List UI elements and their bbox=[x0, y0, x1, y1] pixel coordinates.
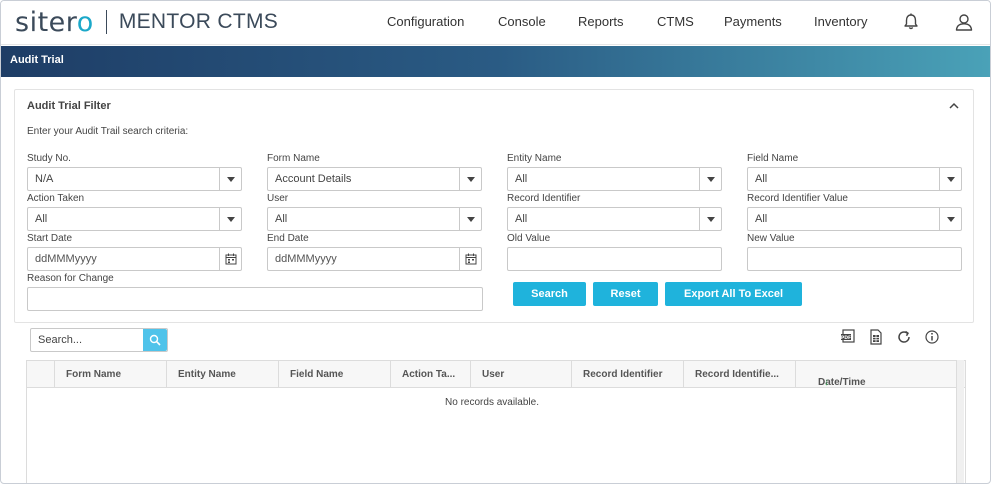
info-icon[interactable] bbox=[924, 329, 940, 345]
form-name-label: Form Name bbox=[267, 153, 320, 164]
form-name-select[interactable]: Account Details bbox=[267, 167, 482, 191]
chevron-down-icon[interactable] bbox=[219, 208, 241, 230]
column-form-name[interactable]: Form Name bbox=[54, 361, 166, 388]
nav-inventory[interactable]: Inventory bbox=[814, 14, 867, 29]
refresh-icon[interactable] bbox=[896, 329, 912, 345]
chevron-down-icon[interactable] bbox=[939, 168, 961, 190]
filter-instructions: Enter your Audit Trail search criteria: bbox=[27, 126, 189, 137]
action-taken-label: Action Taken bbox=[27, 193, 85, 204]
column-entity-name[interactable]: Entity Name bbox=[166, 361, 278, 388]
end-date-label: End Date bbox=[267, 233, 309, 244]
new-value-input[interactable] bbox=[747, 247, 962, 271]
action-taken-select[interactable]: All bbox=[27, 207, 242, 231]
chevron-down-icon[interactable] bbox=[699, 168, 721, 190]
start-date-label: Start Date bbox=[27, 233, 73, 244]
old-value-input[interactable] bbox=[507, 247, 722, 271]
export-excel-button[interactable]: Export All To Excel bbox=[665, 282, 802, 306]
record-identifier-value-select[interactable]: All bbox=[747, 207, 962, 231]
user-select[interactable]: All bbox=[267, 207, 482, 231]
product-name: MENTOR CTMS bbox=[118, 10, 279, 33]
search-button[interactable]: Search bbox=[513, 282, 586, 306]
svg-text:PDF: PDF bbox=[841, 335, 851, 341]
user-icon[interactable] bbox=[954, 12, 974, 32]
new-value-label: New Value bbox=[747, 233, 795, 244]
column-field-name[interactable]: Field Name bbox=[278, 361, 390, 388]
empty-grid-message: No records available. bbox=[445, 397, 539, 408]
page-title-bar: Audit Trial bbox=[1, 46, 990, 77]
sort-desc-icon: ↓ bbox=[824, 377, 829, 388]
grid-scrollbar[interactable] bbox=[956, 360, 964, 483]
record-identifier-label: Record Identifier bbox=[507, 193, 581, 204]
column-record-identifier-value[interactable]: Record Identifie... bbox=[683, 361, 795, 388]
entity-name-label: Entity Name bbox=[507, 153, 562, 164]
entity-name-select[interactable]: All bbox=[507, 167, 722, 191]
audit-trail-grid: Form Name Entity Name Field Name Action … bbox=[26, 360, 966, 483]
old-value-label: Old Value bbox=[507, 233, 551, 244]
nav-ctms[interactable]: CTMS bbox=[657, 14, 694, 29]
nav-configuration[interactable]: Configuration bbox=[387, 14, 464, 29]
excel-icon[interactable] bbox=[868, 329, 884, 345]
chevron-down-icon[interactable] bbox=[939, 208, 961, 230]
brand-name: sitero bbox=[15, 6, 94, 38]
chevron-up-icon[interactable] bbox=[947, 99, 961, 113]
chevron-down-icon[interactable] bbox=[219, 168, 241, 190]
reason-for-change-label: Reason for Change bbox=[27, 273, 114, 284]
pdf-icon[interactable]: PDF bbox=[840, 329, 856, 345]
field-name-select[interactable]: All bbox=[747, 167, 962, 191]
record-identifier-select[interactable]: All bbox=[507, 207, 722, 231]
grid-header: Form Name Entity Name Field Name Action … bbox=[27, 361, 965, 388]
column-date-time[interactable]: Date/Time ↓ bbox=[795, 361, 957, 388]
chevron-down-icon[interactable] bbox=[459, 168, 481, 190]
filter-panel-title: Audit Trial Filter bbox=[27, 100, 111, 112]
start-date-field[interactable]: ddMMMyyyy bbox=[27, 247, 242, 271]
page-title: Audit Trial bbox=[10, 54, 64, 66]
reset-button[interactable]: Reset bbox=[593, 282, 658, 306]
nav-reports[interactable]: Reports bbox=[578, 14, 624, 29]
app-window: sitero MENTOR CTMS Configuration Console… bbox=[0, 0, 991, 484]
reason-for-change-input[interactable] bbox=[27, 287, 483, 311]
chevron-down-icon[interactable] bbox=[459, 208, 481, 230]
grid-search-input[interactable]: Search... bbox=[30, 328, 168, 352]
record-identifier-value-label: Record Identifier Value bbox=[747, 193, 848, 204]
calendar-icon[interactable] bbox=[459, 248, 481, 270]
field-name-label: Field Name bbox=[747, 153, 799, 164]
chevron-down-icon[interactable] bbox=[699, 208, 721, 230]
logo: sitero MENTOR CTMS bbox=[15, 6, 279, 38]
user-label: User bbox=[267, 193, 289, 204]
top-navigation: sitero MENTOR CTMS Configuration Console… bbox=[1, 1, 990, 45]
study-no-label: Study No. bbox=[27, 153, 71, 164]
nav-payments[interactable]: Payments bbox=[724, 14, 782, 29]
nav-console[interactable]: Console bbox=[498, 14, 546, 29]
search-icon[interactable] bbox=[143, 329, 167, 351]
column-action-taken[interactable]: Action Ta... bbox=[390, 361, 470, 388]
bell-icon[interactable] bbox=[901, 12, 921, 32]
logo-divider bbox=[105, 10, 107, 34]
column-record-identifier[interactable]: Record Identifier bbox=[571, 361, 683, 388]
calendar-icon[interactable] bbox=[219, 248, 241, 270]
study-no-select[interactable]: N/A bbox=[27, 167, 242, 191]
grid-select-column bbox=[27, 361, 54, 388]
column-user[interactable]: User bbox=[470, 361, 571, 388]
end-date-field[interactable]: ddMMMyyyy bbox=[267, 247, 482, 271]
